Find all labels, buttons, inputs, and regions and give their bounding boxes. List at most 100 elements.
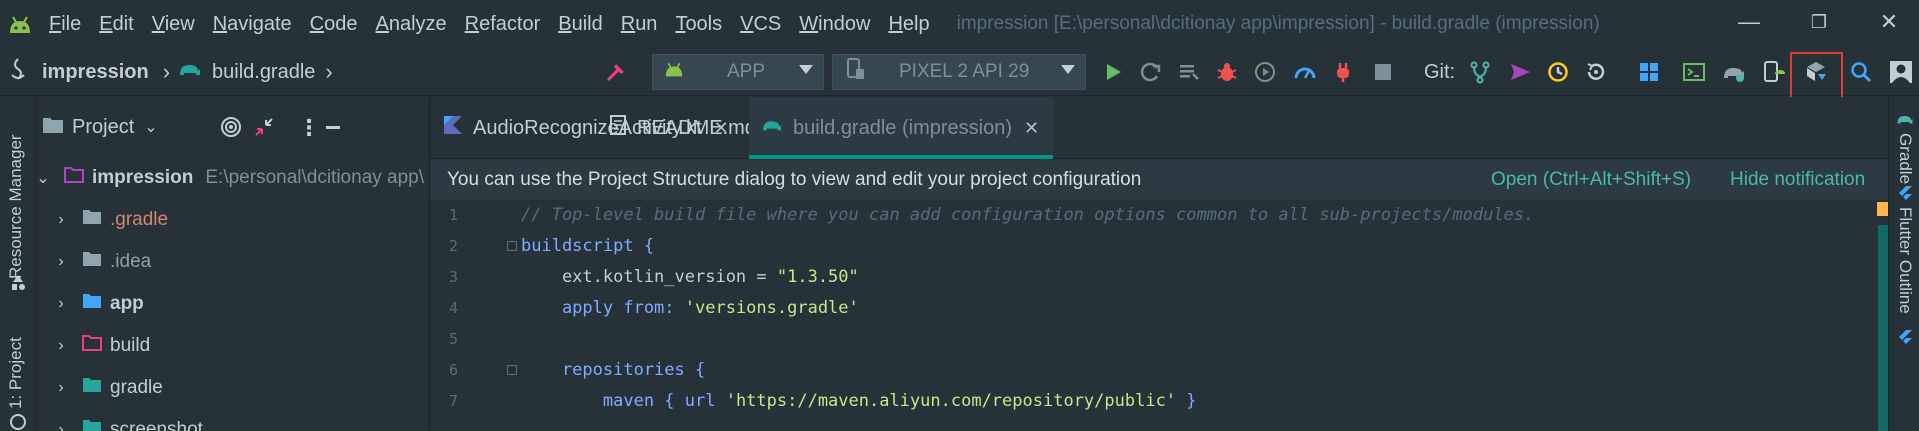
menu-file[interactable]: File	[40, 0, 90, 48]
fold-marker-icon[interactable]	[507, 241, 517, 251]
terminal-icon[interactable]	[1678, 56, 1710, 88]
gradle-elephant-icon	[178, 59, 204, 85]
profile-icon[interactable]	[1249, 56, 1281, 88]
tree-item-gradle-cache[interactable]: › .gradle	[36, 199, 429, 241]
flutter-icon	[1896, 185, 1914, 208]
minimize-button[interactable]: —	[1720, 0, 1778, 44]
tree-item-label: app	[110, 293, 144, 314]
menu-refactor[interactable]: Refactor	[456, 0, 550, 48]
code-token: apply from:	[521, 298, 685, 318]
tree-item-impression[interactable]: ⌄ impression E:\personal\dcitionay app\	[36, 157, 429, 199]
resource-manager-tab[interactable]: Resource Manager	[6, 119, 26, 279]
tree-item-build[interactable]: › build	[36, 325, 429, 367]
minimize-panel-icon[interactable]	[326, 126, 340, 129]
device-label: PIXEL 2 API 29	[899, 61, 1030, 82]
menu-navigate[interactable]: Navigate	[204, 0, 301, 48]
module-folder-icon	[82, 293, 102, 315]
code-line[interactable]: // Top-level build file where you can ad…	[521, 200, 1534, 231]
menu-window[interactable]: Window	[790, 0, 879, 48]
locate-icon[interactable]	[219, 115, 243, 144]
git-rollback-icon[interactable]	[1580, 56, 1612, 88]
code-line[interactable]: ext.kotlin_version = "1.3.50"	[521, 262, 859, 293]
line-number: 7	[449, 392, 459, 410]
chevron-right-icon[interactable]: ›	[54, 337, 68, 355]
menu-vcs[interactable]: VCS	[731, 0, 790, 48]
code-editor[interactable]: 1 2 3 4 5 6 7 // Top-level build file wh…	[431, 200, 1888, 431]
run-config-select[interactable]: APP	[652, 54, 824, 90]
chevron-down-icon[interactable]: ⌄	[36, 168, 50, 188]
code-token: repositories {	[521, 360, 706, 380]
close-button[interactable]: ✕	[1860, 0, 1918, 44]
tab-build-gradle[interactable]: build.gradle (impression) ✕	[749, 97, 1054, 159]
tree-item-app[interactable]: › app	[36, 283, 429, 325]
chevron-down-icon[interactable]: ⌄	[144, 117, 157, 137]
search-icon[interactable]	[1845, 56, 1877, 88]
device-select[interactable]: PIXEL 2 API 29	[832, 54, 1086, 90]
right-tool-stripe: Gradle Flutter Outline	[1888, 97, 1919, 431]
code-line[interactable]: repositories {	[521, 355, 705, 386]
code-line[interactable]: apply from: 'versions.gradle'	[521, 293, 859, 324]
tree-item-idea[interactable]: › .idea	[36, 241, 429, 283]
menu-run[interactable]: Run	[612, 0, 667, 48]
chevron-right-icon[interactable]: ›	[54, 421, 68, 431]
project-tool-tab[interactable]: 1: Project	[6, 329, 26, 409]
menu-code[interactable]: Code	[301, 0, 367, 48]
chevron-right-icon[interactable]: ›	[54, 295, 68, 313]
open-project-structure-link[interactable]: Open (Ctrl+Alt+Shift+S)	[1491, 160, 1691, 200]
gradle-sync-icon[interactable]	[1718, 56, 1750, 88]
attach-debugger-icon[interactable]	[1327, 56, 1359, 88]
menu-tools[interactable]: Tools	[666, 0, 731, 48]
code-token: }	[1176, 391, 1197, 411]
profiler-icon[interactable]	[1289, 56, 1321, 88]
line-number: 1	[449, 206, 459, 224]
code-line[interactable]: maven { url 'https://maven.aliyun.com/re…	[521, 386, 1197, 417]
breadcrumb-file[interactable]: build.gradle ›	[178, 48, 333, 96]
line-number: 2	[449, 237, 459, 255]
git-push-icon[interactable]	[1504, 56, 1536, 88]
avatar-icon[interactable]	[1885, 56, 1917, 88]
tree-item-label: build	[110, 335, 151, 356]
tree-item-label: screenshot	[110, 419, 203, 431]
fold-marker-icon[interactable]	[507, 365, 517, 375]
flutter-outline-tab[interactable]: Flutter Outline	[1895, 207, 1915, 314]
chevron-right-icon[interactable]: ›	[54, 211, 68, 229]
gradle-tool-tab[interactable]: Gradle	[1895, 133, 1915, 184]
chevron-right-icon[interactable]: ›	[54, 379, 68, 397]
chevron-right-icon: ›	[162, 59, 171, 84]
chevron-right-icon[interactable]: ›	[54, 253, 68, 271]
git-history-icon[interactable]	[1542, 56, 1574, 88]
more-options-icon[interactable]: ⋮	[298, 115, 320, 141]
close-icon[interactable]: ✕	[1024, 118, 1039, 139]
project-structure-notification: You can use the Project Structure dialog…	[431, 160, 1888, 200]
project-panel-header: Project ⌄ ⋮	[36, 97, 429, 157]
project-view-select[interactable]: Project	[72, 116, 134, 139]
left-tool-stripe: Resource Manager 1: Project	[0, 97, 36, 431]
hide-notification-link[interactable]: Hide notification	[1730, 160, 1865, 200]
collapse-all-icon[interactable]	[252, 115, 276, 144]
hammer-icon[interactable]	[600, 56, 632, 88]
code-line[interactable]: buildscript {	[521, 231, 654, 262]
breadcrumb-project[interactable]: impression ›	[8, 48, 170, 96]
menu-view[interactable]: View	[143, 0, 204, 48]
restore-button[interactable]: ❐	[1790, 0, 1848, 44]
tree-item-gradle[interactable]: › gradle	[36, 367, 429, 409]
menu-edit[interactable]: Edit	[90, 0, 142, 48]
line-gutter: 1 2 3 4 5 6 7	[431, 200, 521, 431]
stop-icon[interactable]	[1367, 56, 1399, 88]
code-token: ext.kotlin_version =	[521, 267, 777, 287]
menu-analyze[interactable]: Analyze	[366, 0, 455, 48]
menu-build[interactable]: Build	[549, 0, 611, 48]
debug-icon[interactable]	[1211, 56, 1243, 88]
layout-icon[interactable]	[1633, 56, 1665, 88]
folder-icon	[82, 335, 102, 357]
git-branch-icon[interactable]	[1464, 56, 1496, 88]
run-icon[interactable]	[1097, 56, 1129, 88]
avd-manager-icon[interactable]	[1757, 56, 1789, 88]
tree-item-screenshot[interactable]: › screenshot	[36, 409, 429, 431]
coverage-icon[interactable]	[1173, 56, 1205, 88]
breadcrumb-project-label: impression	[42, 60, 149, 83]
tab-label: build.gradle (impression)	[793, 116, 1012, 139]
apply-changes-icon[interactable]	[1135, 56, 1167, 88]
menu-help[interactable]: Help	[879, 0, 938, 48]
editor-scrollbar[interactable]	[1878, 225, 1888, 431]
